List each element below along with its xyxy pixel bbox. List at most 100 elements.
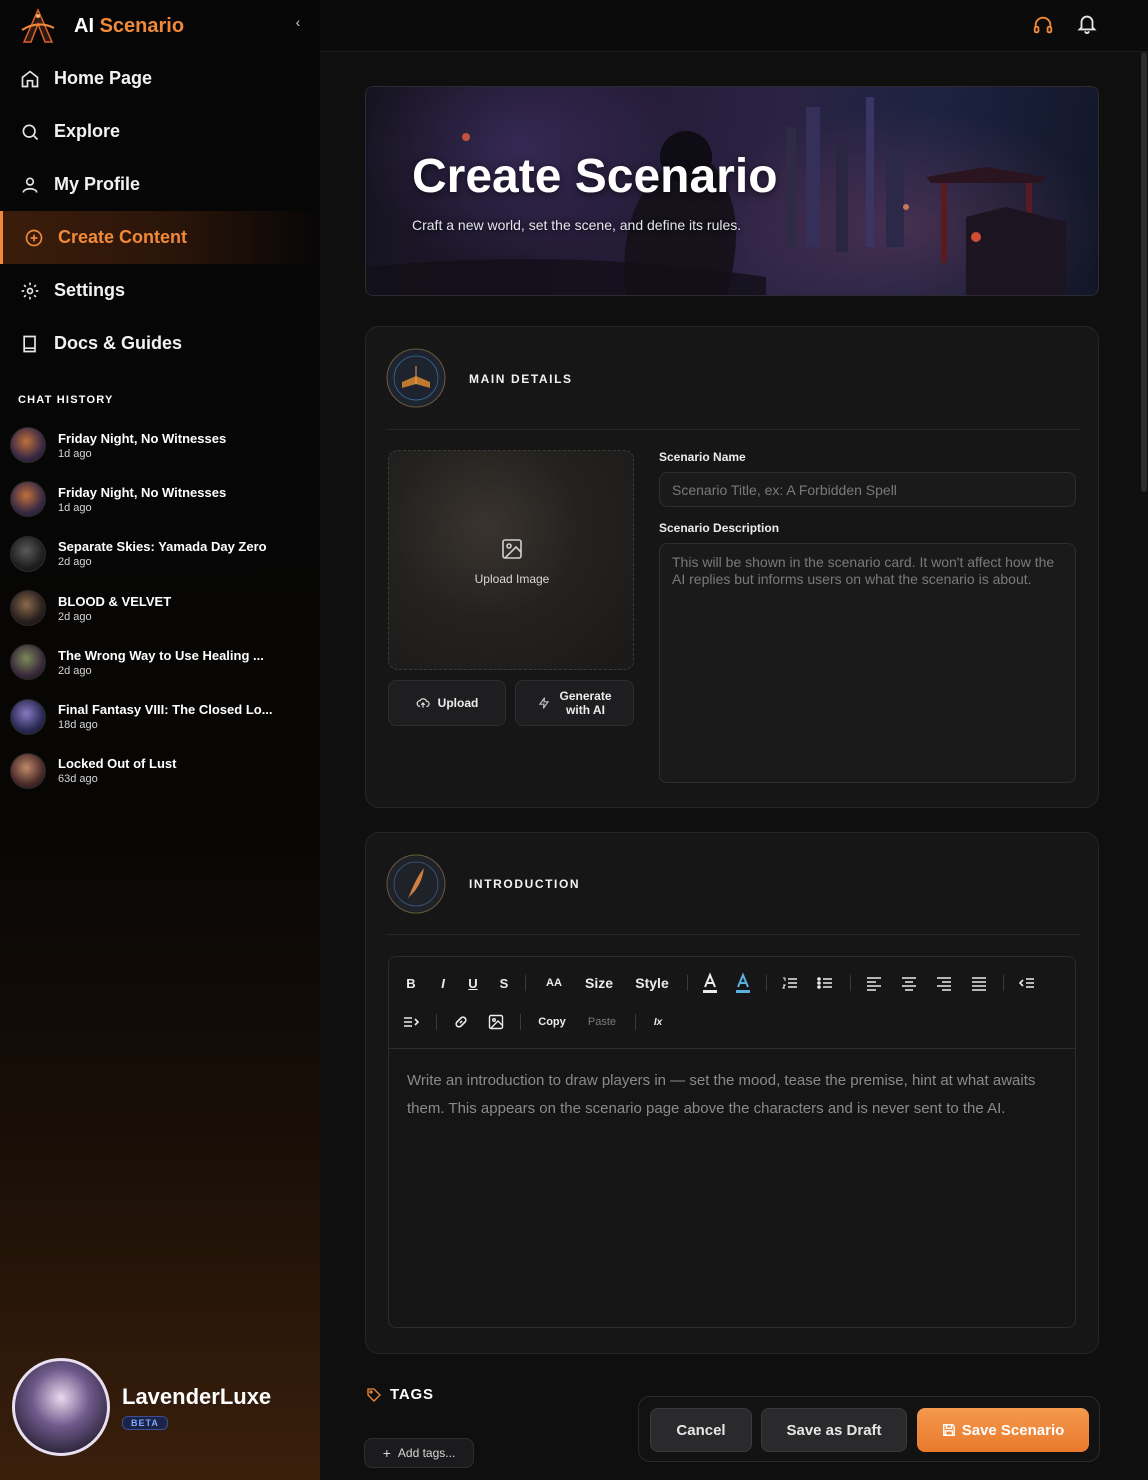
image-upload-dropzone[interactable]: Upload Image	[388, 450, 634, 670]
text-color-icon[interactable]	[701, 972, 719, 994]
outdent-icon[interactable]	[1019, 972, 1035, 994]
page-subtitle: Craft a new world, set the scene, and de…	[412, 217, 742, 233]
scrollbar-thumb[interactable]	[1141, 52, 1147, 492]
align-right-icon[interactable]	[936, 972, 952, 994]
scenario-description-input[interactable]	[659, 543, 1076, 783]
nav-item-docs-guides[interactable]: Docs & Guides	[0, 317, 320, 370]
top-bar	[320, 0, 1148, 52]
upload-button[interactable]: Upload	[388, 680, 506, 726]
copy-button[interactable]: Copy	[535, 1011, 569, 1033]
page-title: Create Scenario	[412, 150, 778, 203]
insert-image-icon[interactable]	[488, 1011, 504, 1033]
nav-label: My Profile	[54, 174, 141, 194]
chat-history-item[interactable]: Final Fantasy VIII: The Closed Lo... 18d …	[10, 689, 310, 743]
ordered-list-icon[interactable]	[782, 972, 798, 994]
align-left-icon[interactable]	[866, 972, 882, 994]
toolbar-separator	[1003, 975, 1004, 991]
align-center-icon[interactable]	[901, 972, 917, 994]
scenario-description-label: Scenario Description	[659, 521, 780, 535]
clear-formatting-button[interactable]: Ix	[650, 1011, 666, 1033]
bullet-list-icon[interactable]	[817, 972, 833, 994]
user-profile[interactable]: LavenderLuxe BETA	[12, 1358, 271, 1456]
chat-name: BLOOD & VELVET	[58, 593, 172, 609]
cancel-button[interactable]: Cancel	[650, 1408, 752, 1452]
collapse-sidebar-button[interactable]: ‹	[290, 14, 306, 30]
indent-icon[interactable]	[403, 1011, 419, 1033]
add-tags-button[interactable]: + Add tags...	[364, 1438, 474, 1468]
italic-button[interactable]: I	[435, 972, 451, 994]
tag-icon	[367, 1387, 381, 1402]
home-icon	[21, 69, 39, 87]
chat-avatar	[10, 752, 46, 789]
nav-item-create-content[interactable]: Create Content	[0, 211, 320, 264]
chat-time: 2d ago	[58, 610, 92, 623]
chat-time: 63d ago	[58, 773, 98, 786]
chat-time: 2d ago	[58, 556, 92, 569]
headphones-icon[interactable]	[1032, 14, 1054, 36]
chat-history-item[interactable]: BLOOD & VELVET 2d ago	[10, 581, 310, 635]
chat-avatar	[10, 698, 46, 735]
avatar	[12, 1358, 110, 1456]
chat-avatar	[10, 644, 46, 681]
toolbar-separator	[520, 1014, 521, 1030]
upload-image-label: Upload Image	[474, 572, 550, 586]
chat-history-item[interactable]: Locked Out of Lust 63d ago	[10, 744, 310, 798]
generate-label-line2: with AI	[566, 703, 605, 717]
chat-history-list: Friday Night, No Witnesses 1d ago Friday …	[10, 418, 310, 798]
align-justify-icon[interactable]	[971, 972, 987, 994]
chat-name: Friday Night, No Witnesses	[58, 430, 227, 446]
action-bar: Cancel Save as Draft Save Scenario	[638, 1396, 1100, 1462]
chat-history-item[interactable]: Friday Night, No Witnesses 1d ago	[10, 472, 310, 526]
strikethrough-button[interactable]: S	[496, 972, 512, 994]
scrollbar[interactable]	[1140, 52, 1148, 1480]
chat-time: 18d ago	[58, 719, 98, 732]
nav-label: Settings	[54, 280, 126, 300]
bold-button[interactable]: B	[403, 972, 419, 994]
beta-badge: BETA	[122, 1415, 168, 1430]
highlight-color-icon[interactable]	[734, 972, 752, 994]
chat-name: Friday Night, No Witnesses	[58, 484, 227, 500]
chat-avatar	[10, 590, 46, 627]
profile-info: LavenderLuxe BETA	[122, 1384, 271, 1431]
link-icon[interactable]	[453, 1011, 469, 1033]
generate-with-ai-button[interactable]: Generate with AI	[515, 680, 634, 726]
style-dropdown[interactable]: Style	[632, 972, 672, 994]
chat-avatar	[10, 481, 46, 518]
save-scenario-button[interactable]: Save Scenario	[917, 1408, 1089, 1452]
gear-icon	[21, 282, 39, 299]
tags-section-title: TAGS	[366, 1386, 434, 1403]
brand-logo-icon	[21, 8, 55, 43]
editor-toolbar: B I U S AA Size Style Copy Paste Ix	[389, 957, 1075, 1049]
chat-name: Final Fantasy VIII: The Closed Lo...	[58, 702, 273, 718]
save-draft-button[interactable]: Save as Draft	[761, 1408, 907, 1452]
chat-history-item[interactable]: The Wrong Way to Use Healing ... 2d ago	[10, 635, 310, 689]
font-size-dropdown[interactable]: Size	[582, 972, 616, 994]
generate-label-line1: Generate	[559, 689, 612, 703]
bell-icon[interactable]	[1076, 12, 1098, 34]
book-emblem-icon	[386, 348, 446, 408]
user-icon	[22, 177, 38, 193]
nav-item-home[interactable]: Home Page	[0, 52, 320, 105]
save-scenario-label: Save Scenario	[961, 1421, 1065, 1439]
chat-history-item[interactable]: Separate Skies: Yamada Day Zero 2d ago	[10, 527, 310, 581]
scenario-name-label: Scenario Name	[659, 450, 746, 464]
image-icon	[502, 539, 522, 559]
paste-button[interactable]: Paste	[584, 1011, 620, 1033]
nav-item-settings[interactable]: Settings	[0, 264, 320, 317]
nav-label: Create Content	[58, 227, 188, 247]
chat-history-item[interactable]: Friday Night, No Witnesses 1d ago	[10, 418, 310, 472]
brand[interactable]: AI Scenario	[18, 4, 184, 48]
plus-icon: +	[382, 1445, 391, 1461]
chat-name: Locked Out of Lust	[58, 756, 177, 772]
quill-emblem-icon	[386, 854, 446, 914]
introduction-editor-input[interactable]: Write an introduction to draw players in…	[407, 1067, 1057, 1123]
scenario-name-input[interactable]	[659, 472, 1076, 507]
save-icon	[942, 1424, 955, 1436]
nav-item-my-profile[interactable]: My Profile	[0, 158, 320, 211]
nav-item-explore[interactable]: Explore	[0, 105, 320, 158]
font-family-button[interactable]: AA	[539, 972, 569, 994]
tags-title-label: TAGS	[390, 1386, 434, 1403]
toolbar-separator	[436, 1014, 437, 1030]
main-nav: Home Page Explore My Profile Create Cont…	[0, 52, 320, 370]
underline-button[interactable]: U	[465, 972, 481, 994]
